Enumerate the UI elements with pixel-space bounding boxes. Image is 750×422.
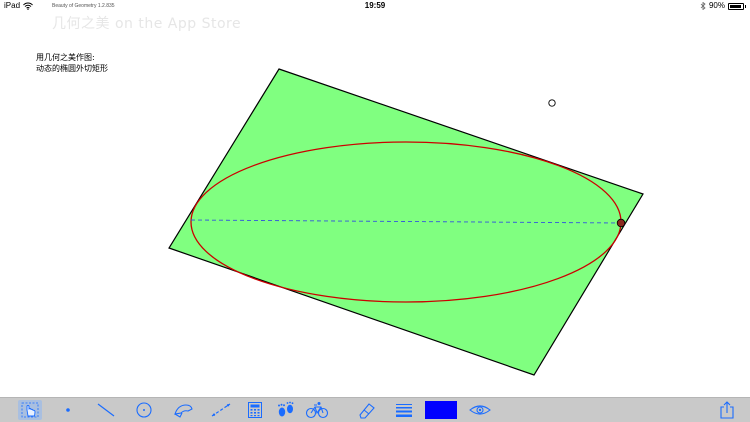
share-icon[interactable] bbox=[716, 400, 738, 420]
circle-icon[interactable] bbox=[133, 400, 155, 420]
circumscribed-rectangle[interactable] bbox=[168, 68, 644, 376]
compass-icon[interactable] bbox=[171, 400, 195, 420]
line-style-icon[interactable] bbox=[392, 400, 416, 420]
driving-point[interactable] bbox=[616, 218, 626, 228]
bicycle-icon[interactable] bbox=[304, 400, 330, 420]
eye-icon[interactable] bbox=[468, 400, 492, 420]
line-segment-icon[interactable] bbox=[94, 400, 118, 420]
footprints-icon[interactable] bbox=[274, 400, 298, 420]
point-icon[interactable] bbox=[58, 400, 78, 420]
dashed-line-icon[interactable] bbox=[209, 400, 233, 420]
calculator-icon[interactable] bbox=[244, 400, 266, 420]
select-hand-icon[interactable] bbox=[18, 400, 42, 420]
free-point[interactable] bbox=[548, 99, 556, 107]
eraser-icon[interactable] bbox=[354, 400, 378, 420]
toolbar bbox=[0, 397, 750, 422]
color-swatch[interactable] bbox=[425, 401, 457, 419]
geometry-canvas[interactable] bbox=[0, 0, 750, 397]
